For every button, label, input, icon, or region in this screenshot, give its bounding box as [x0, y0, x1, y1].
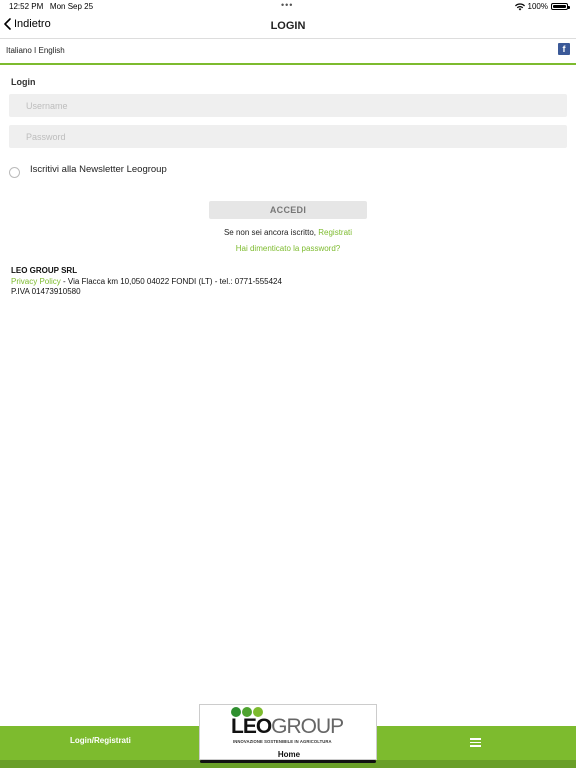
language-english-link[interactable]: English: [39, 46, 65, 55]
logo-tagline: INNOVAZIONE SOSTENIBILE IN AGRICOLTURA: [233, 739, 332, 744]
forgot-password-row: Hai dimenticato la password?: [0, 244, 576, 253]
login-section-label: Login: [11, 77, 36, 87]
company-vat: P.IVA 01473910580: [11, 287, 81, 296]
status-bar: 12:52 PM Mon Sep 25 ••• 100%: [0, 0, 576, 14]
home-indicator[interactable]: [200, 760, 376, 763]
login-button[interactable]: ACCEDI: [209, 201, 367, 219]
forgot-password-link[interactable]: Hai dimenticato la password?: [236, 244, 341, 253]
language-bar: Italiano I English f: [0, 39, 576, 65]
username-input[interactable]: [9, 94, 567, 117]
language-separator: I: [34, 46, 37, 55]
newsletter-option[interactable]: Iscritivi alla Newsletter Leogroup: [9, 160, 167, 178]
leogroup-logo: LEOGROUP: [231, 715, 344, 738]
tab-home[interactable]: LEOGROUP INNOVAZIONE SOSTENIBILE IN AGRI…: [199, 704, 377, 760]
register-prompt: Se non sei ancora iscritto, Registrati: [0, 228, 576, 237]
page-title: LOGIN: [270, 20, 306, 32]
tab-login-register[interactable]: Login/Registrati: [70, 736, 131, 745]
language-italiano-link[interactable]: Italiano: [6, 46, 32, 55]
hamburger-menu-icon[interactable]: [470, 738, 481, 749]
company-name: LEO GROUP SRL: [11, 266, 78, 275]
newsletter-radio[interactable]: [9, 167, 20, 178]
register-link[interactable]: Registrati: [318, 228, 352, 237]
tab-home-label: Home: [277, 750, 301, 759]
facebook-icon[interactable]: f: [558, 43, 570, 55]
status-indicators: 100%: [514, 2, 570, 11]
battery-percent: 100%: [527, 2, 548, 11]
company-address: - Via Flacca km 10,050 04022 FONDI (LT) …: [60, 276, 282, 286]
company-address-line: Privacy Policy - Via Flacca km 10,050 04…: [11, 277, 282, 288]
wifi-icon: [514, 2, 525, 10]
status-time: 12:52 PM Mon Sep 25: [9, 2, 94, 11]
company-info: LEO GROUP SRL Privacy Policy - Via Flacc…: [11, 266, 282, 298]
battery-icon: [551, 3, 570, 10]
language-switcher: Italiano I English: [6, 46, 65, 55]
password-input[interactable]: [9, 125, 567, 148]
privacy-policy-link[interactable]: Privacy Policy: [11, 277, 61, 286]
newsletter-label: Iscritivi alla Newsletter Leogroup: [30, 163, 167, 175]
navigation-bar: Indietro LOGIN: [0, 14, 576, 39]
register-prompt-text: Se non sei ancora iscritto,: [223, 228, 316, 237]
multitasking-dots[interactable]: •••: [281, 0, 293, 10]
